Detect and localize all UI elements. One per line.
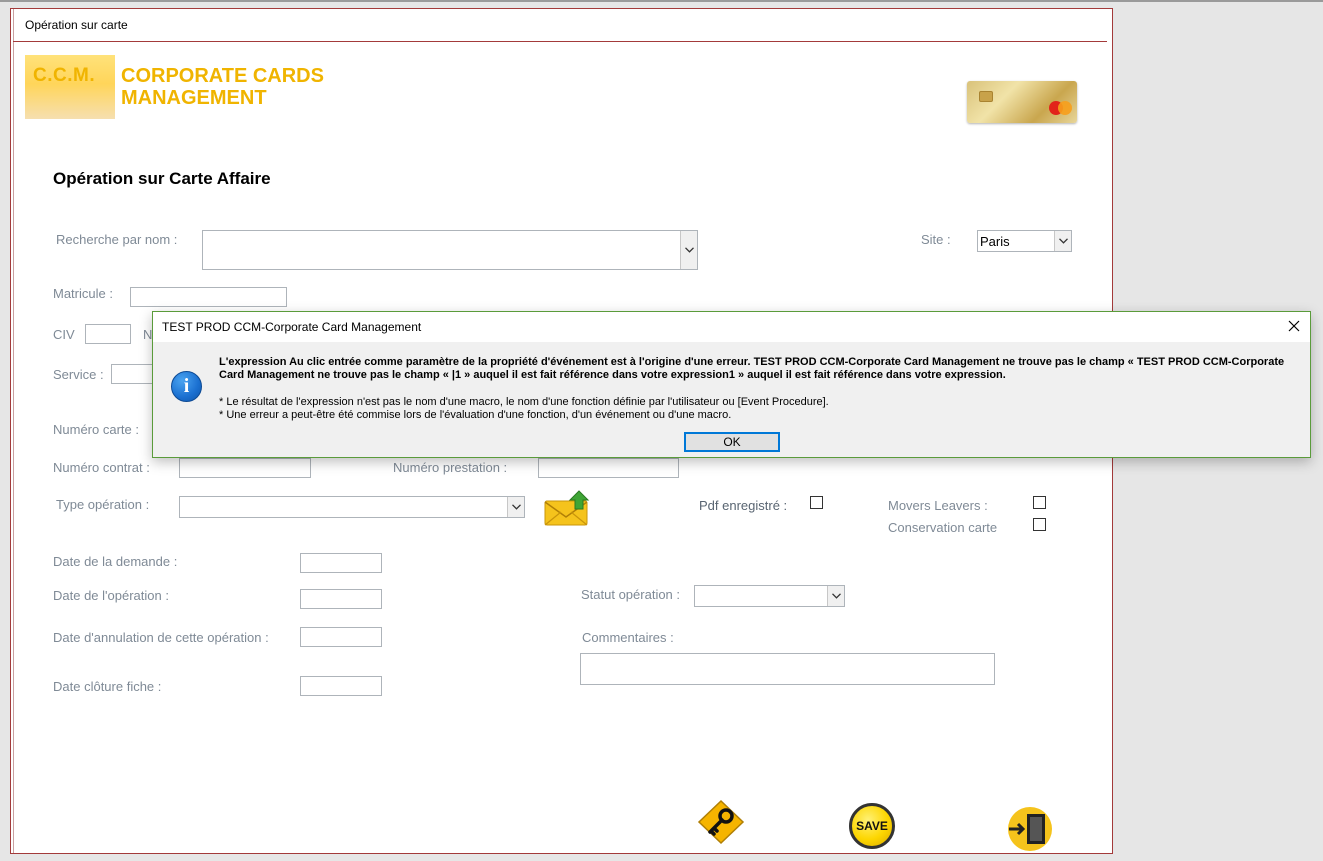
search-by-name-combo[interactable]: [202, 230, 698, 270]
type-operation-combo[interactable]: [179, 496, 525, 518]
conservation-carte-label: Conservation carte: [888, 520, 998, 535]
date-operation-label: Date de l'opération :: [53, 588, 169, 603]
date-annulation-label: Date d'annulation de cette opération :: [53, 630, 269, 645]
error-message: L'expression Au clic entrée comme paramè…: [219, 356, 1285, 381]
page-title: Opération sur Carte Affaire: [53, 169, 271, 188]
chevron-down-icon[interactable]: [1054, 231, 1071, 251]
movers-leavers-label: Movers Leavers :: [888, 498, 988, 513]
numero-prestation-input[interactable]: [538, 458, 679, 478]
chevron-down-icon[interactable]: [680, 231, 697, 269]
info-icon: i: [171, 371, 202, 402]
date-annulation-input[interactable]: [300, 627, 382, 647]
nom-label: N: [143, 327, 153, 342]
pdf-enregistre-label: Pdf enregistré :: [699, 498, 788, 513]
search-label: Recherche par nom :: [56, 232, 178, 247]
ok-button[interactable]: OK: [684, 432, 780, 452]
commentaires-input[interactable]: [580, 653, 995, 685]
numero-contrat-label: Numéro contrat :: [53, 460, 150, 475]
commentaires-label: Commentaires :: [582, 630, 674, 645]
type-operation-label: Type opération :: [56, 497, 150, 512]
card-chip-icon: [979, 91, 993, 102]
numero-contrat-input[interactable]: [179, 458, 311, 478]
numero-carte-label: Numéro carte :: [53, 422, 139, 437]
chevron-down-icon[interactable]: [827, 586, 844, 606]
key-icon[interactable]: [696, 799, 746, 845]
credit-card-image: [967, 81, 1077, 123]
service-label: Service :: [53, 367, 104, 382]
site-combo[interactable]: Paris: [977, 230, 1072, 252]
matricule-input[interactable]: [130, 287, 287, 307]
date-cloture-label: Date clôture fiche :: [53, 679, 162, 694]
civ-input[interactable]: [85, 324, 131, 344]
save-button[interactable]: SAVE: [849, 803, 895, 849]
form-window-title: Opération sur carte: [25, 18, 128, 32]
service-input[interactable]: [111, 364, 153, 384]
site-value: Paris: [980, 234, 1010, 249]
form-left-rule: [13, 9, 14, 853]
statut-operation-label: Statut opération :: [581, 587, 681, 602]
send-email-icon[interactable]: [544, 489, 592, 527]
date-operation-input[interactable]: [300, 589, 382, 609]
date-demande-label: Date de la demande :: [53, 554, 178, 569]
title-divider: [13, 41, 1107, 42]
date-cloture-input[interactable]: [300, 676, 382, 696]
error-note-2: * Une erreur a peut-être été commise lor…: [219, 409, 732, 421]
chevron-down-icon[interactable]: [507, 497, 524, 517]
exit-door-icon[interactable]: [1005, 806, 1055, 852]
top-border: [0, 0, 1323, 2]
logo-name: CORPORATE CARDS MANAGEMENT: [121, 65, 324, 109]
date-demande-input[interactable]: [300, 553, 382, 573]
close-icon[interactable]: [1286, 318, 1302, 334]
matricule-label: Matricule :: [53, 286, 113, 301]
save-label: SAVE: [856, 819, 888, 833]
logo-abbreviation: C.C.M.: [33, 65, 96, 86]
error-dialog: TEST PROD CCM-Corporate Card Management …: [152, 311, 1311, 458]
civ-label: CIV: [53, 327, 75, 342]
site-label: Site :: [921, 232, 951, 247]
dialog-titlebar: TEST PROD CCM-Corporate Card Management: [153, 312, 1310, 342]
conservation-carte-checkbox[interactable]: [1033, 518, 1046, 531]
statut-operation-combo[interactable]: [694, 585, 845, 607]
dialog-title: TEST PROD CCM-Corporate Card Management: [162, 320, 422, 334]
pdf-enregistre-checkbox[interactable]: [810, 496, 823, 509]
movers-leavers-checkbox[interactable]: [1033, 496, 1046, 509]
numero-prestation-label: Numéro prestation :: [393, 460, 508, 475]
error-note-1: * Le résultat de l'expression n'est pas …: [219, 396, 829, 408]
